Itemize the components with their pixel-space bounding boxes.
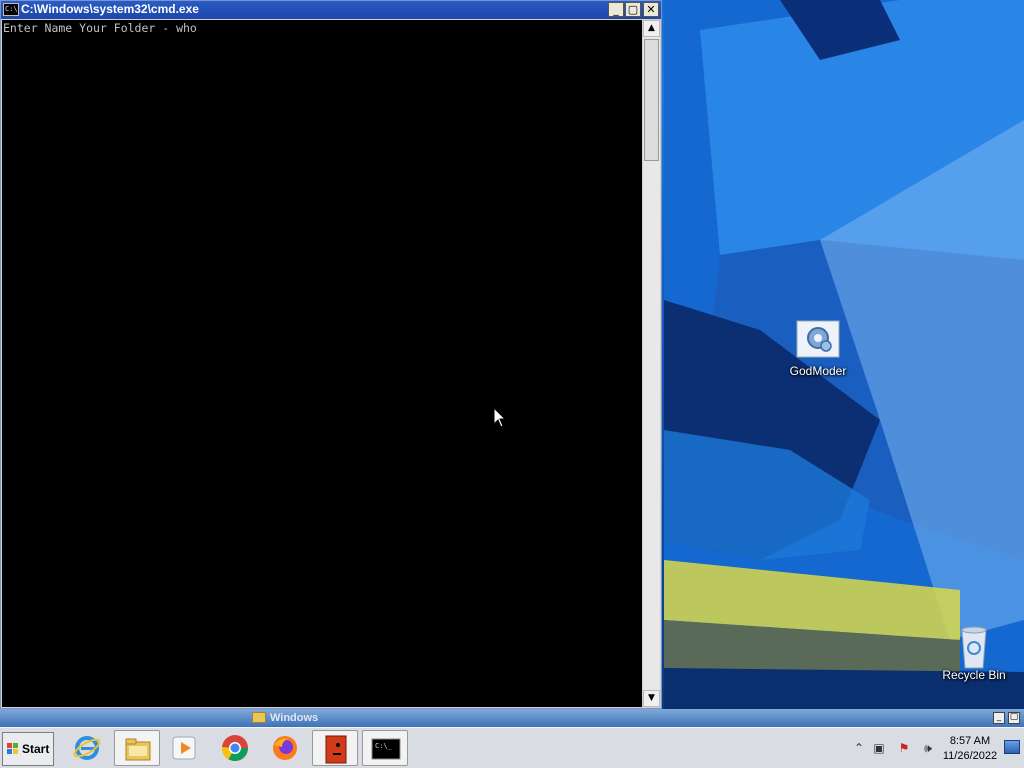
mouse-cursor-icon xyxy=(493,406,507,434)
strip-maximize-button[interactable]: ▢ xyxy=(1008,712,1020,724)
show-hidden-icons-chevron-icon[interactable]: ⌃ xyxy=(851,740,867,756)
taskbar-media-player[interactable] xyxy=(162,730,208,766)
network-icon[interactable]: ▣ xyxy=(871,740,887,756)
clock-time[interactable]: 8:57 AM xyxy=(940,735,1000,747)
windows-logo-icon xyxy=(7,743,18,754)
vertical-scrollbar[interactable]: ▲ ▼ xyxy=(643,20,660,707)
ie-icon xyxy=(73,736,101,760)
taskbar-chrome[interactable] xyxy=(212,730,258,766)
minimized-window-strip: Windows _ ▢ xyxy=(0,709,1024,727)
recycle-bin-desktop-icon[interactable]: Recycle Bin xyxy=(934,624,1014,682)
desktop-icon-label: Recycle Bin xyxy=(942,668,1006,682)
scroll-thumb[interactable] xyxy=(644,39,659,161)
start-button[interactable]: Start xyxy=(2,732,54,766)
firefox-icon xyxy=(273,736,297,760)
taskbar-internet-explorer[interactable] xyxy=(64,730,110,766)
recycle-bin-icon xyxy=(952,624,996,669)
svg-text:C:\_: C:\_ xyxy=(375,742,393,750)
folder-icon xyxy=(252,712,266,723)
close-button[interactable]: ✕ xyxy=(643,2,659,17)
cmd-icon: C:\_ xyxy=(371,738,401,760)
taskbar-cmd[interactable]: C:\_ xyxy=(362,730,408,766)
red-face-icon xyxy=(325,735,347,764)
taskbar-firefox[interactable] xyxy=(262,730,308,766)
window-title: C:\Windows\system32\cmd.exe xyxy=(21,2,199,16)
scroll-down-arrow-icon[interactable]: ▼ xyxy=(643,690,660,707)
chrome-icon xyxy=(221,735,249,762)
godmoder-desktop-icon[interactable]: GodModer xyxy=(778,320,858,378)
taskbar: Start C:\_ ⌃ ▣ ⚑ 🕪 8:57 AM 11/26/2022 xyxy=(0,727,1024,768)
media-player-icon xyxy=(172,736,196,760)
taskbar-red-app[interactable] xyxy=(312,730,358,766)
settings-gear-icon xyxy=(796,320,840,358)
taskbar-file-explorer[interactable] xyxy=(114,730,160,766)
minimized-window-label: Windows xyxy=(270,712,319,724)
desktop-icon-label: GodModer xyxy=(789,364,847,378)
action-center-icon[interactable]: ⚑ xyxy=(896,740,912,756)
clock-date[interactable]: 11/26/2022 xyxy=(940,750,1000,762)
maximize-button[interactable]: ▢ xyxy=(625,2,641,17)
cmd-window-icon[interactable]: C:\ xyxy=(3,3,19,16)
start-label: Start xyxy=(22,742,50,756)
show-desktop-button[interactable] xyxy=(1004,740,1020,754)
console-output[interactable]: Enter Name Your Folder - who xyxy=(2,20,642,707)
strip-minimize-button[interactable]: _ xyxy=(993,712,1005,724)
cmd-window[interactable]: C:\ C:\Windows\system32\cmd.exe _ ▢ ✕ En… xyxy=(0,0,662,709)
system-tray: ⌃ ▣ ⚑ 🕪 8:57 AM 11/26/2022 xyxy=(848,730,1024,768)
volume-icon[interactable]: 🕪 xyxy=(920,740,936,756)
folder-icon xyxy=(125,738,151,761)
minimized-windows-explorer[interactable]: Windows xyxy=(246,710,336,726)
minimize-button[interactable]: _ xyxy=(608,2,624,17)
scroll-up-arrow-icon[interactable]: ▲ xyxy=(643,20,660,37)
cmd-titlebar[interactable]: C:\ C:\Windows\system32\cmd.exe _ ▢ ✕ xyxy=(1,1,661,19)
